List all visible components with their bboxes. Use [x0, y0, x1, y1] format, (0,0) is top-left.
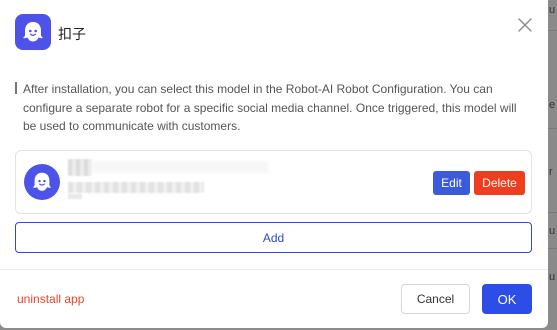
close-icon[interactable]	[514, 14, 536, 36]
delete-button[interactable]: Delete	[474, 171, 525, 195]
background-text: e	[549, 99, 556, 111]
coze-bot-icon	[32, 172, 52, 191]
add-button[interactable]: Add	[15, 222, 532, 253]
robot-avatar	[24, 164, 60, 200]
background-text: u	[549, 4, 556, 16]
background-divider	[548, 128, 557, 129]
app-dialog: 扣子 After installation, you can select th…	[0, 0, 548, 328]
ok-button[interactable]: OK	[482, 284, 532, 314]
notice-text: After installation, you can select this …	[23, 82, 517, 133]
background-divider	[548, 30, 557, 31]
robot-name	[68, 159, 92, 176]
uninstall-app-link[interactable]: uninstall app	[17, 292, 84, 306]
coze-bot-icon	[15, 14, 51, 50]
background-text: u	[549, 271, 556, 283]
background-text: u	[549, 225, 556, 237]
cancel-button[interactable]: Cancel	[401, 284, 470, 314]
robot-card: Edit Delete	[15, 150, 532, 214]
robot-description	[68, 182, 204, 193]
edit-button[interactable]: Edit	[433, 171, 470, 195]
dialog-header: 扣子	[0, 0, 548, 64]
install-notice: After installation, you can select this …	[15, 80, 520, 136]
robot-name-blur	[92, 161, 268, 173]
dialog-title: 扣子	[58, 27, 86, 43]
background-divider	[548, 212, 557, 213]
footer-divider	[0, 269, 548, 270]
robot-description-blur	[68, 194, 82, 199]
background-text: r	[549, 166, 553, 178]
background-divider	[548, 248, 557, 249]
